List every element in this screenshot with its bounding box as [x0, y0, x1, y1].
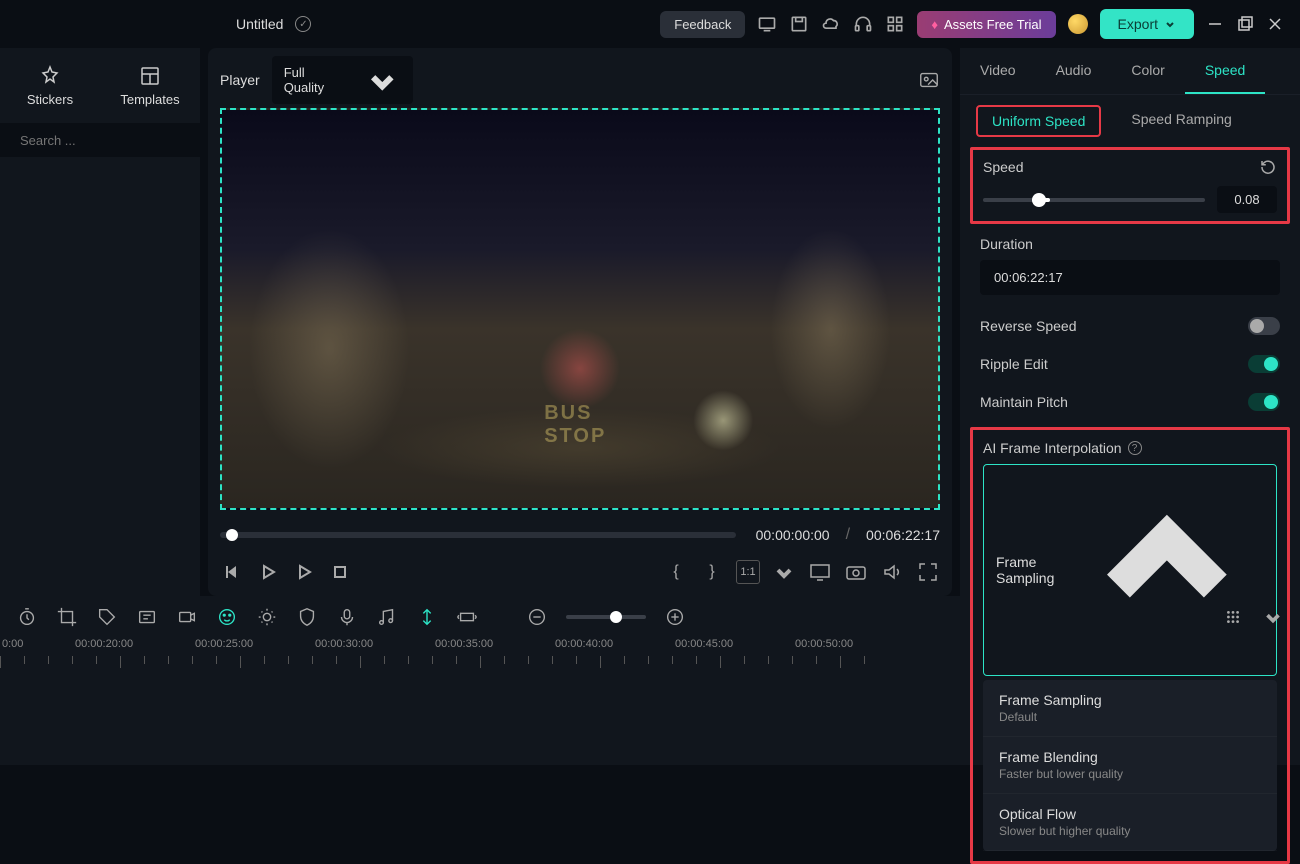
tab-video[interactable]: Video [960, 48, 1036, 94]
player-label: Player [220, 72, 260, 88]
speed-highlight-box: Speed 0.08 [970, 147, 1290, 224]
fullscreen-icon[interactable] [916, 560, 940, 584]
brace-left-icon[interactable]: { [664, 560, 688, 584]
help-icon[interactable]: ? [1128, 441, 1142, 455]
record-icon[interactable] [176, 606, 198, 628]
prev-frame-button[interactable] [220, 560, 244, 584]
minimize-button[interactable] [1206, 15, 1224, 33]
tab-color[interactable]: Color [1111, 48, 1184, 94]
headphones-icon[interactable] [853, 14, 873, 34]
face-icon[interactable] [216, 606, 238, 628]
zoom-in-button[interactable] [664, 606, 686, 628]
option-frame-blending[interactable]: Frame Blending Faster but lower quality [983, 737, 1277, 794]
save-icon[interactable] [789, 14, 809, 34]
stickers-icon [38, 64, 62, 88]
project-title: Untitled [236, 16, 283, 32]
duration-label: Duration [980, 236, 1280, 252]
preview-panel: Player Full Quality BUS STOP 00:00:00:00… [208, 48, 952, 596]
close-button[interactable] [1266, 15, 1284, 33]
ai-interpolation-options: Frame Sampling Default Frame Blending Fa… [983, 680, 1277, 851]
assets-trial-badge[interactable]: ♦Assets Free Trial [917, 11, 1055, 38]
option-optical-flow[interactable]: Optical Flow Slower but higher quality [983, 794, 1277, 851]
timeline-ruler[interactable]: 0:00 00:00:20:00 00:00:25:00 00:00:30:00… [0, 638, 1300, 668]
quality-select[interactable]: Full Quality [272, 56, 413, 105]
titlebar: Untitled ✓ Feedback ♦Assets Free Trial E… [0, 0, 1300, 48]
tab-audio[interactable]: Audio [1036, 48, 1112, 94]
option-frame-sampling[interactable]: Frame Sampling Default [983, 680, 1277, 737]
uniform-speed-subtab[interactable]: Uniform Speed [976, 105, 1101, 137]
reverse-speed-toggle[interactable] [1248, 317, 1280, 335]
shield-icon[interactable] [296, 606, 318, 628]
music-icon[interactable] [376, 606, 398, 628]
speed-value[interactable]: 0.08 [1217, 186, 1277, 213]
ripple-edit-label: Ripple Edit [980, 356, 1048, 372]
ai-interpolation-label: AI Frame Interpolation ? [983, 440, 1277, 456]
text-icon[interactable] [136, 606, 158, 628]
reverse-speed-label: Reverse Speed [980, 318, 1077, 334]
moon-icon[interactable] [1068, 14, 1088, 34]
speed-label: Speed [983, 159, 1023, 175]
fit-icon[interactable] [456, 606, 478, 628]
feedback-button[interactable]: Feedback [660, 11, 745, 38]
templates-tab[interactable]: Templates [100, 56, 200, 115]
mic-icon[interactable] [336, 606, 358, 628]
road-marking: BUS STOP [544, 402, 606, 448]
preview-viewport[interactable]: BUS STOP [220, 108, 940, 510]
reset-speed-icon[interactable] [1259, 158, 1277, 176]
timer-icon[interactable] [16, 606, 38, 628]
search-row: ⋯ [0, 123, 200, 157]
maximize-button[interactable] [1236, 15, 1254, 33]
next-button[interactable] [292, 560, 316, 584]
sync-status-icon: ✓ [295, 16, 311, 32]
speed-slider[interactable] [983, 198, 1205, 202]
tags-icon[interactable] [96, 606, 118, 628]
zoom-slider[interactable] [566, 615, 646, 619]
sun-icon[interactable] [256, 606, 278, 628]
grid-icon[interactable] [885, 14, 905, 34]
export-button[interactable]: Export [1100, 9, 1194, 39]
play-button[interactable] [256, 560, 280, 584]
properties-panel: Video Audio Color Speed Uniform Speed Sp… [960, 48, 1300, 596]
volume-icon[interactable] [880, 560, 904, 584]
stop-button[interactable] [328, 560, 352, 584]
total-time: 00:06:22:17 [866, 527, 940, 543]
external-icon[interactable] [808, 560, 832, 584]
maintain-pitch-toggle[interactable] [1248, 393, 1280, 411]
chevron-down-small-icon[interactable] [772, 560, 796, 584]
ripple-edit-toggle[interactable] [1248, 355, 1280, 373]
progress-bar[interactable] [220, 532, 736, 538]
chevron-down-icon[interactable] [1262, 606, 1284, 628]
snapshot-icon[interactable] [918, 69, 940, 91]
search-input[interactable] [20, 133, 196, 148]
marker-icon[interactable] [416, 606, 438, 628]
tab-speed[interactable]: Speed [1185, 48, 1265, 94]
current-time: 00:00:00:00 [756, 527, 830, 543]
ratio-icon[interactable]: 1:1 [736, 560, 760, 584]
gem-icon: ♦ [931, 17, 938, 32]
crop-icon[interactable] [56, 606, 78, 628]
zoom-out-button[interactable] [526, 606, 548, 628]
camera-icon[interactable] [844, 560, 868, 584]
templates-icon [138, 64, 162, 88]
brace-right-icon[interactable]: } [700, 560, 724, 584]
left-sidebar: Stickers Templates ⋯ [0, 48, 200, 596]
chevron-down-icon [364, 62, 401, 99]
maintain-pitch-label: Maintain Pitch [980, 394, 1068, 410]
stickers-tab[interactable]: Stickers [0, 56, 100, 115]
display-icon[interactable] [757, 14, 777, 34]
duration-input[interactable] [980, 260, 1280, 295]
cloud-icon[interactable] [821, 14, 841, 34]
grid-view-icon[interactable] [1222, 606, 1244, 628]
speed-ramping-subtab[interactable]: Speed Ramping [1117, 105, 1245, 137]
